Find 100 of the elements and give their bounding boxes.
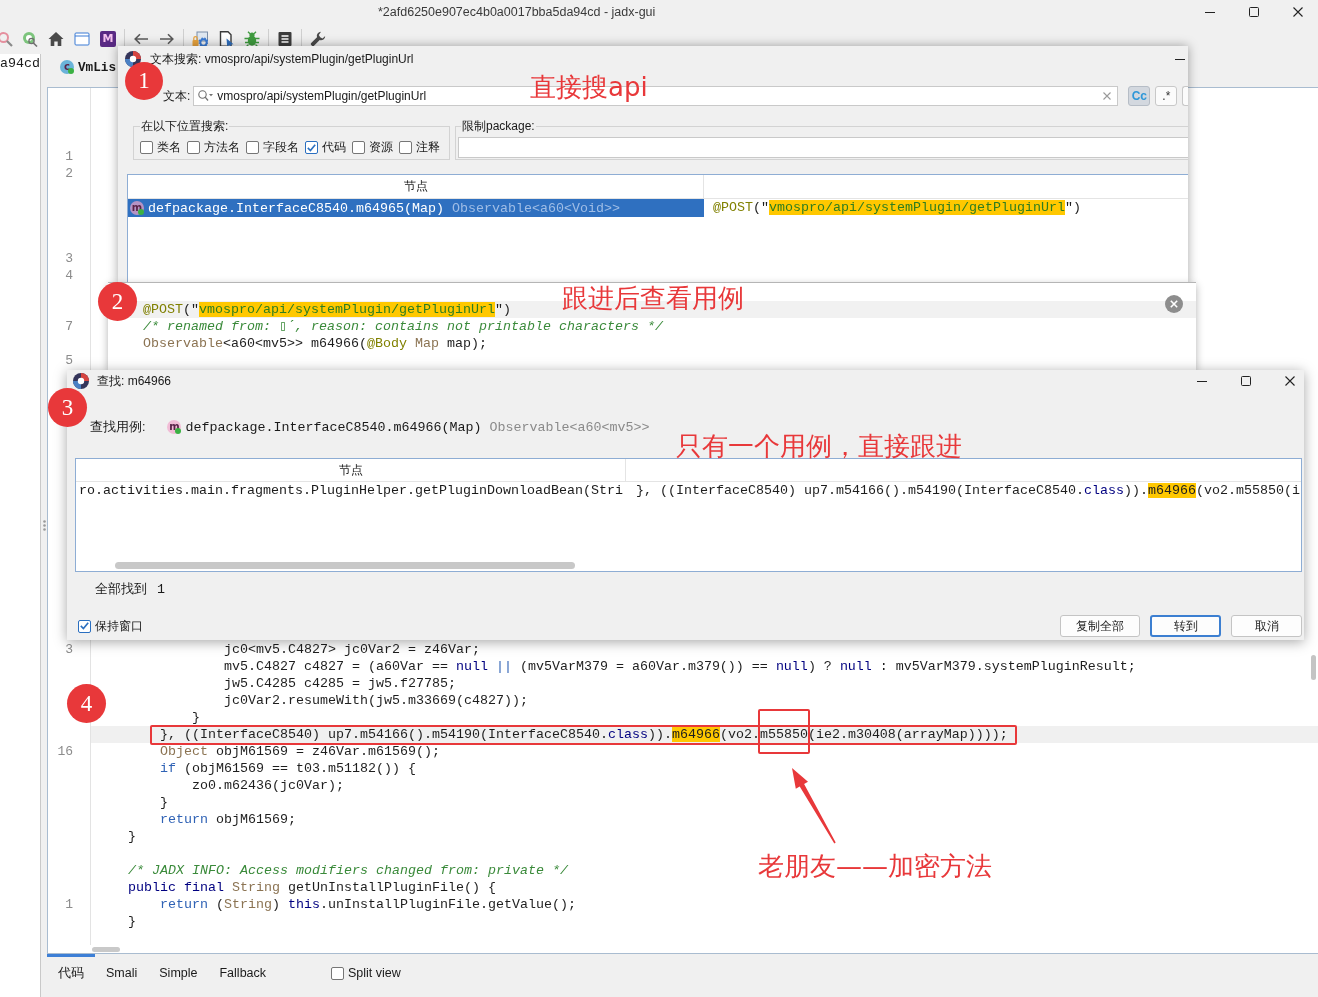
checkbox[interactable] <box>305 141 318 154</box>
result-count: 1 <box>157 580 165 598</box>
search-icon[interactable] <box>0 31 13 47</box>
letter-icon[interactable]: M <box>100 31 116 47</box>
checkbox[interactable] <box>246 141 259 154</box>
line-number: 16 <box>57 744 73 759</box>
checkbox[interactable] <box>352 141 365 154</box>
column-header: 节点 <box>403 178 428 195</box>
line-number: 2 <box>65 166 73 181</box>
checkbox-label: 代码 <box>322 139 346 156</box>
maximize-icon[interactable] <box>1249 7 1259 17</box>
checkbox-label: 注释 <box>416 139 440 156</box>
return-type: Observable<a60<mv5>> <box>489 418 650 436</box>
view-tab[interactable]: Smali <box>95 954 149 997</box>
code-line: } <box>127 913 136 930</box>
step-badge: 4 <box>67 684 106 723</box>
checkbox[interactable] <box>78 619 91 633</box>
annotation-text: 老朋友——加密方法 <box>758 850 992 882</box>
code-line: if (objM61569 == t03.m51182()) { <box>159 760 416 777</box>
checkmark-icon <box>80 622 89 630</box>
scrollbar-thumb[interactable] <box>1311 655 1316 680</box>
toggle-button[interactable] <box>1182 86 1189 106</box>
toggle-button[interactable]: .* <box>1155 86 1178 106</box>
method-icon: m <box>130 201 144 215</box>
code-line: public final String getUnInstallPluginFile() { <box>127 879 496 896</box>
line-number: 1 <box>65 897 73 912</box>
minimize-icon[interactable] <box>1197 380 1207 382</box>
code-snippet: }, ((InterfaceC8540) up7.m54166().m54190(InterfaceC8540.class)).m64966(vo2.m55850(i <box>635 482 1300 500</box>
home-icon[interactable] <box>48 31 64 47</box>
line-number: 4 <box>65 268 73 283</box>
back-arrow-icon[interactable] <box>133 31 149 47</box>
code-line: } <box>127 828 136 845</box>
code-line: jc0<mv5.C4827> jc0Var2 = z46Var; <box>222 641 480 658</box>
return-type: Observable<a60<Void>> <box>451 199 620 217</box>
checkbox[interactable] <box>399 141 412 154</box>
code-line: zo0.m62436(jc0Var); <box>190 777 344 794</box>
table-cell[interactable]: ro.activities.main.fragments.PluginHelper.getPluginDownloadBean(Stri <box>76 482 626 500</box>
tree-item[interactable]: a94cd <box>0 55 40 72</box>
maximize-icon[interactable] <box>1241 376 1251 386</box>
line-number: 5 <box>65 353 73 368</box>
search-icon[interactable] <box>22 31 38 47</box>
dialog-button[interactable]: 取消 <box>1231 615 1302 637</box>
dialog-button[interactable]: 转到 <box>1150 615 1221 637</box>
scrollbar-thumb[interactable] <box>115 562 575 569</box>
table-cell[interactable]: m defpackage.InterfaceC8540.m64965(Map) Observable<a60<Void>> <box>128 199 704 217</box>
dialog-title: 查找: m64966 <box>97 372 172 390</box>
app-logo-icon <box>73 373 89 389</box>
code-line: /* renamed from: ▯ˊ, reason: contains not printable characters */ <box>143 318 663 335</box>
line-number: 3 <box>65 251 73 266</box>
checkbox[interactable] <box>331 966 345 980</box>
close-icon[interactable] <box>1285 376 1295 386</box>
document-lines-icon[interactable] <box>277 31 293 47</box>
code-line: jw5.C4285 c4285 = jw5.f27785; <box>222 675 456 692</box>
code-line: Observable<a60<mv5>> m64966(@Body Map map); <box>143 335 487 352</box>
method-signature: defpackage.InterfaceC8540.m64966(Map) <box>185 418 482 436</box>
window-title: *2afd6250e907ec4b0a0017bba5da94cd - jadx-gui <box>378 5 656 19</box>
annotation-text: 跟进后查看用例 <box>562 282 744 314</box>
grip-icon[interactable] <box>42 520 46 531</box>
status-text: 全部找到 <box>95 580 147 598</box>
minimize-icon[interactable] <box>1205 11 1215 13</box>
checkbox[interactable] <box>187 141 200 154</box>
checkmark-icon <box>307 143 316 152</box>
dialog-button[interactable]: 复制全部 <box>1060 615 1140 637</box>
view-tab[interactable]: Fallback <box>208 954 278 997</box>
annotation-text: 只有一个用例，直接跟进 <box>676 430 962 462</box>
forward-arrow-icon[interactable] <box>159 31 175 47</box>
class-icon: c <box>60 60 74 74</box>
search-icon <box>198 90 214 101</box>
checkbox-label: 保持窗口 <box>95 617 143 635</box>
view-tab[interactable]: 代码 <box>47 954 95 997</box>
lock-gear-icon[interactable] <box>192 31 208 47</box>
code-line: jc0Var2.resumeWith(jw5.m33669(c4827)); <box>222 692 528 709</box>
code-line: Object objM61569 = z46Var.m61569(); <box>159 743 440 760</box>
line-number: 1 <box>65 149 73 164</box>
checkbox-label: 资源 <box>369 139 393 156</box>
field-label: 文本: <box>163 87 191 105</box>
close-icon[interactable] <box>1293 7 1303 17</box>
document-cursor-icon[interactable] <box>218 31 234 47</box>
code-line: } <box>159 794 168 811</box>
window-icon[interactable] <box>74 31 90 47</box>
view-tab[interactable]: Simple <box>148 954 209 997</box>
package-field[interactable] <box>458 137 1188 158</box>
code-line: return objM61569; <box>159 811 296 828</box>
scrollbar-thumb[interactable] <box>92 946 120 952</box>
code-line: mv5.C4827 c4827 = (a60Var == null || (mv5VarM379 = a60Var.m379()) == null) ? null : mv5VarM379.systemPluginResult; <box>222 658 1136 675</box>
file-tab[interactable]: c VmLis <box>60 57 117 77</box>
method-signature: defpackage.InterfaceC8540.m64965(Map) <box>148 199 444 217</box>
line-number: 3 <box>65 642 73 657</box>
code-line: } <box>190 709 200 726</box>
checkbox-label: 类名 <box>157 139 181 156</box>
group-title: 在以下位置搜索: <box>140 118 230 134</box>
line-number: 7 <box>65 319 73 334</box>
wrench-icon[interactable] <box>310 31 326 47</box>
minimize-icon[interactable] <box>1175 58 1185 60</box>
clear-icon[interactable] <box>1103 92 1112 100</box>
column-header: 节点 <box>338 461 363 479</box>
group-title: 限制package: <box>461 118 536 134</box>
checkbox-label: 字段名 <box>263 139 299 156</box>
checkbox-label: 方法名 <box>204 139 240 156</box>
checkbox[interactable] <box>140 141 153 154</box>
